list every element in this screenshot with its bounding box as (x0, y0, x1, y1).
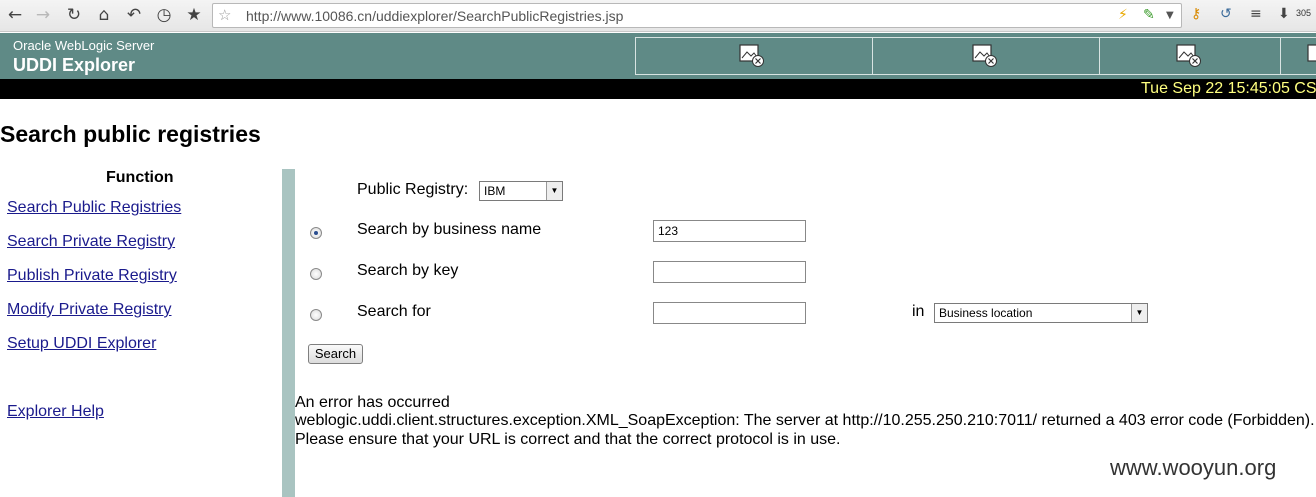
in-label: in (912, 303, 925, 320)
radio-business-name[interactable] (310, 227, 322, 239)
url-text[interactable]: http://www.10086.cn/uddiexplorer/SearchP… (246, 8, 623, 24)
broken-image-icon (1176, 44, 1201, 67)
header-nav-button-4[interactable] (1280, 37, 1316, 75)
download-icon[interactable]: ⬇ (1278, 6, 1290, 22)
business-name-input[interactable] (653, 220, 806, 242)
location-select-value: Business location (939, 306, 1033, 320)
header-nav-button-3[interactable] (1099, 37, 1281, 75)
column-divider (282, 169, 295, 497)
sidebar-link-setup[interactable]: Setup UDDI Explorer (7, 335, 156, 353)
error-detail: weblogic.uddi.client.structures.exceptio… (295, 412, 1315, 429)
registry-select[interactable]: IBM ▼ (479, 181, 563, 201)
location-select[interactable]: Business location ▼ (934, 303, 1148, 323)
radio-search-for[interactable] (310, 309, 322, 321)
sidebar-heading: Function (106, 169, 174, 186)
radio-key[interactable] (310, 268, 322, 280)
registry-select-value: IBM (484, 184, 506, 198)
header-nav-button-1[interactable] (635, 37, 873, 75)
date-bar: Tue Sep 22 15:45:05 CS (0, 79, 1316, 99)
home-icon[interactable]: ⌂ (92, 4, 116, 26)
browser-toolbar: ← → ↻ ⌂ ↶ ◷ ★ ☆ http://www.10086.cn/uddi… (0, 0, 1316, 32)
search-for-input[interactable] (653, 302, 806, 324)
undo-icon[interactable]: ↶ (122, 4, 146, 26)
sidebar-link-search-private[interactable]: Search Private Registry (7, 233, 175, 251)
key-label: Search by key (357, 262, 459, 279)
sidebar-link-modify-private[interactable]: Modify Private Registry (7, 301, 172, 319)
chevron-down-icon[interactable]: ▼ (546, 182, 562, 200)
forward-icon[interactable]: → (31, 4, 55, 26)
bookmark-star-icon[interactable]: ★ (182, 4, 206, 26)
search-button[interactable]: Search (308, 344, 363, 364)
key-icon[interactable]: ⚷ (1191, 6, 1201, 22)
registry-label: Public Registry: (357, 181, 469, 198)
header-nav-button-2[interactable] (872, 37, 1100, 75)
sidebar-link-search-public[interactable]: Search Public Registries (7, 199, 181, 217)
menu-icon[interactable]: ≡ (1250, 6, 1262, 22)
back-icon[interactable]: ← (3, 4, 27, 26)
reload-icon[interactable]: ↻ (62, 4, 86, 26)
page-title: Search public registries (0, 121, 261, 147)
sidebar-link-help[interactable]: Explorer Help (7, 403, 104, 421)
broken-image-icon (972, 44, 997, 67)
broken-image-icon (739, 44, 764, 67)
sidebar-link-publish-private[interactable]: Publish Private Registry (7, 267, 177, 285)
download-count: 305 (1296, 8, 1312, 18)
plugin-icon[interactable]: ✎ (1143, 7, 1155, 23)
server-date: Tue Sep 22 15:45:05 CS (1141, 80, 1316, 97)
lightning-icon[interactable]: ⚡ (1118, 7, 1128, 23)
translate-icon[interactable]: ↺ (1220, 6, 1232, 22)
url-star-icon[interactable]: ☆ (218, 6, 231, 24)
error-hint: Please ensure that your URL is correct a… (295, 431, 841, 448)
chevron-down-icon[interactable]: ▼ (1131, 304, 1147, 322)
error-title: An error has occurred (295, 394, 450, 411)
app-header: Oracle WebLogic Server UDDI Explorer (0, 33, 1316, 79)
history-icon[interactable]: ◷ (152, 4, 176, 26)
search-for-label: Search for (357, 303, 431, 320)
vendor-name: Oracle WebLogic Server (13, 38, 155, 53)
app-title: UDDI Explorer (13, 55, 136, 75)
address-bar[interactable]: ☆ http://www.10086.cn/uddiexplorer/Searc… (212, 3, 1182, 28)
broken-image-icon (1307, 44, 1316, 62)
watermark: www.wooyun.org (1110, 455, 1277, 480)
key-input[interactable] (653, 261, 806, 283)
business-name-label: Search by business name (357, 221, 542, 238)
dropdown-icon[interactable]: ▼ (1166, 10, 1174, 21)
